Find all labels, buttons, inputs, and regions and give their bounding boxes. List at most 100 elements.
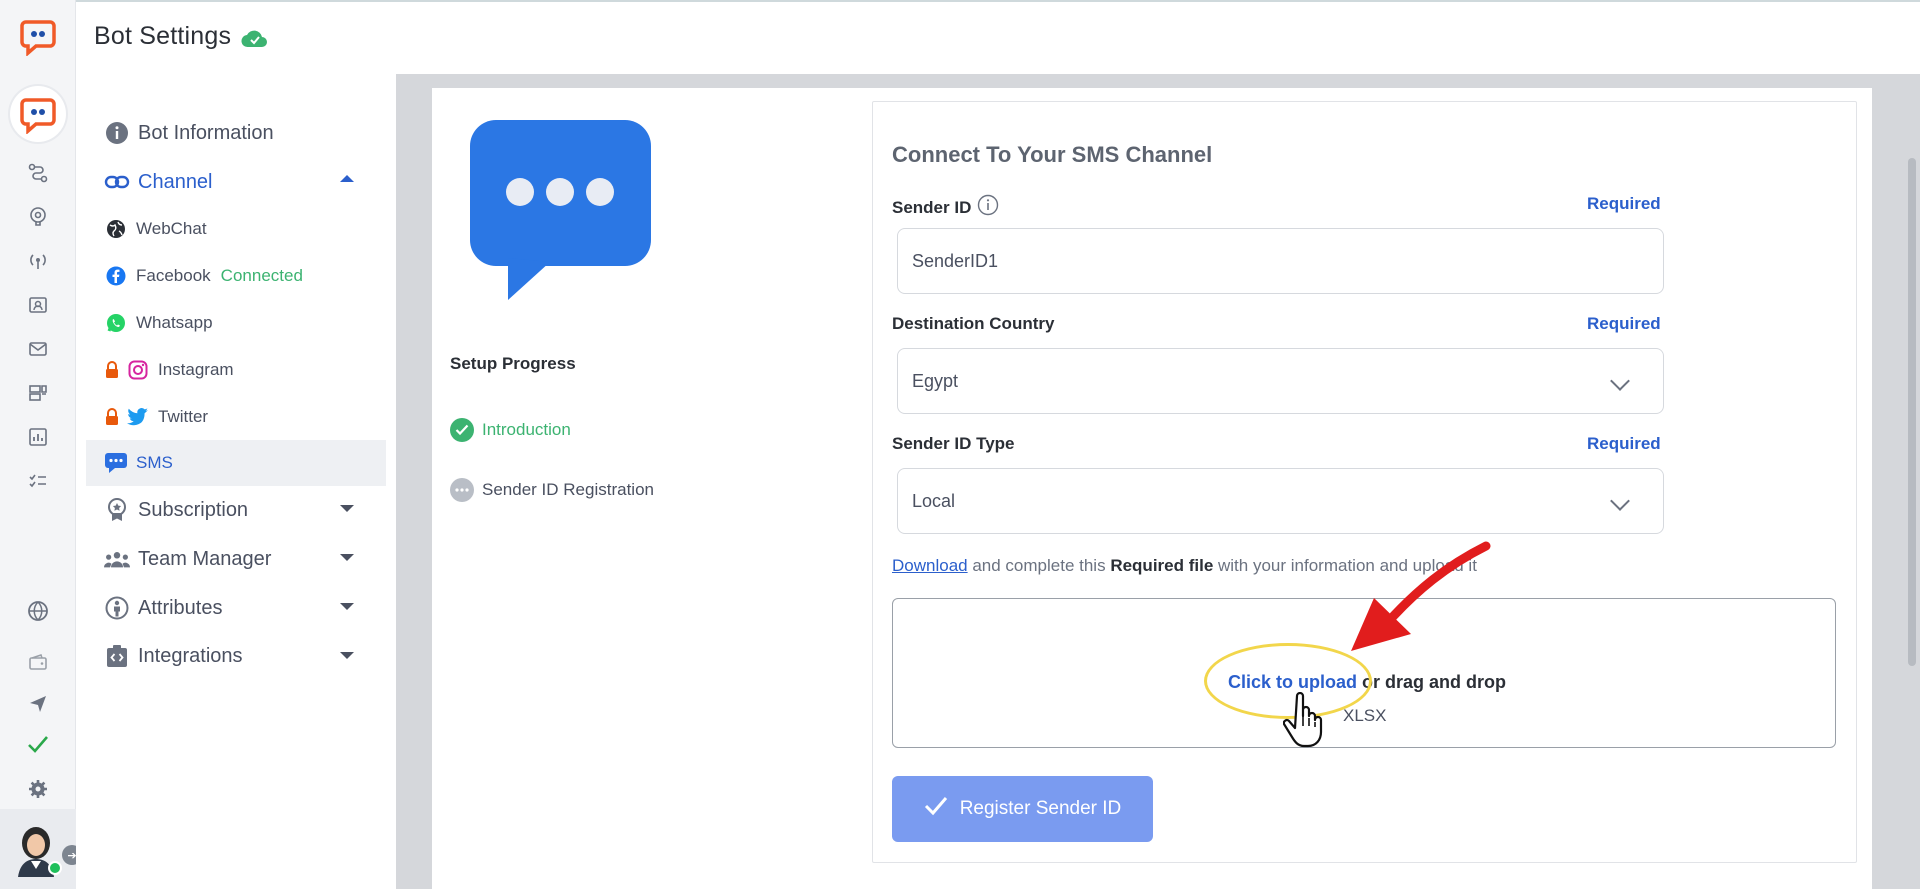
info-outline-icon[interactable] — [977, 194, 999, 221]
page-title: Bot Settings — [94, 22, 269, 51]
chevron-up-icon[interactable] — [340, 175, 354, 182]
bot-avatar[interactable] — [10, 86, 66, 142]
tasks-icon[interactable] — [25, 468, 51, 494]
connected-status: Connected — [220, 266, 303, 285]
channel-item-sms[interactable]: SMS — [104, 451, 173, 475]
sidebar-item-label: Integrations — [138, 644, 243, 667]
download-link[interactable]: Download — [892, 556, 968, 575]
field-label: Sender ID Type — [892, 434, 1015, 453]
progress-step-sender-id-registration[interactable]: Sender ID Registration — [450, 478, 654, 502]
chevron-down-icon[interactable] — [340, 603, 354, 610]
scrollbar[interactable] — [1908, 158, 1916, 666]
sidebar-item-label: Attributes — [138, 596, 223, 619]
contacts-icon[interactable] — [25, 292, 51, 318]
drag-drop-text: or drag and drop — [1357, 672, 1507, 692]
sender-id-type-label: Sender ID Type — [892, 434, 1015, 454]
instagram-icon — [126, 358, 150, 382]
gear-icon[interactable] — [25, 776, 51, 802]
badge-icon — [104, 497, 130, 523]
destination-country-label: Destination Country — [892, 314, 1054, 334]
top-bar: Bot Settings — [76, 0, 1920, 74]
page-title-text: Bot Settings — [94, 22, 232, 50]
flow-icon[interactable] — [25, 160, 51, 186]
channel-label: WebChat — [136, 219, 207, 238]
globe-icon — [104, 217, 128, 241]
sidebar-item-subscription[interactable]: Subscription — [104, 497, 248, 523]
file-format-hint: XLSX — [1343, 706, 1387, 725]
channel-label: Whatsapp — [136, 313, 213, 332]
sidebar-item-label: Team Manager — [138, 547, 272, 570]
instructions-text: and complete this — [967, 556, 1111, 575]
red-arrow-annotation-icon — [1336, 536, 1496, 656]
channel-label: Twitter — [158, 407, 209, 426]
channel-item-twitter[interactable]: Twitter — [104, 405, 208, 429]
wallet-icon[interactable] — [25, 649, 51, 675]
channel-label: Instagram — [158, 360, 234, 379]
whatsapp-icon — [104, 311, 128, 335]
destination-country-select[interactable]: Egypt — [897, 348, 1664, 414]
check-circle-icon — [450, 418, 474, 442]
integrations-icon — [104, 643, 130, 669]
required-indicator: Required — [1587, 314, 1661, 333]
lock-icon — [104, 408, 120, 426]
chevron-down-icon[interactable] — [340, 554, 354, 561]
sender-id-type-select[interactable]: Local — [897, 468, 1664, 534]
channel-item-whatsapp[interactable]: Whatsapp — [104, 311, 213, 335]
online-status-indicator — [48, 861, 62, 875]
team-icon — [104, 546, 130, 572]
setup-progress-title: Setup Progress — [450, 354, 576, 373]
step-label: Sender ID Registration — [482, 480, 654, 499]
register-sender-id-button[interactable]: Register Sender ID — [892, 776, 1153, 842]
sms-icon — [104, 451, 128, 475]
hand-pointer-cursor-icon — [1282, 691, 1327, 750]
lock-icon — [104, 361, 120, 379]
sidebar-item-attributes[interactable]: Attributes — [104, 595, 222, 621]
sidebar-item-label: Channel — [138, 170, 213, 193]
check-icon[interactable] — [25, 731, 51, 757]
user-profile[interactable]: ➔ — [0, 809, 82, 889]
dashboard-icon[interactable] — [25, 380, 51, 406]
pending-circle-icon — [450, 478, 474, 502]
settings-sidebar: Bot Information Channel WebChat Facebook… — [76, 74, 396, 889]
chevron-down-icon[interactable] — [340, 652, 354, 659]
progress-step-introduction[interactable]: Introduction — [450, 418, 571, 442]
channel-item-instagram[interactable]: Instagram — [104, 358, 234, 382]
sidebar-item-team-manager[interactable]: Team Manager — [104, 546, 271, 572]
chevron-down-icon — [1610, 491, 1630, 511]
sms-channel-illustration-icon — [468, 118, 653, 303]
analytics-icon[interactable] — [25, 424, 51, 450]
twitter-icon — [126, 405, 150, 429]
check-icon — [924, 796, 948, 822]
button-label: Register Sender ID — [959, 798, 1122, 819]
sidebar-item-channel[interactable]: Channel — [104, 169, 213, 195]
chevron-down-icon — [1610, 371, 1630, 391]
globe-icon[interactable] — [25, 598, 51, 624]
sidebar-item-bot-information[interactable]: Bot Information — [104, 120, 274, 146]
broadcast-icon[interactable] — [25, 247, 51, 273]
field-label: Destination Country — [892, 314, 1055, 333]
required-indicator: Required — [1587, 434, 1661, 453]
channel-label: Facebook — [136, 266, 211, 285]
send-icon[interactable] — [25, 691, 51, 717]
channel-item-facebook[interactable]: Facebook Connected — [104, 264, 303, 288]
sender-id-input[interactable]: SenderID1 — [897, 228, 1664, 294]
form-title: Connect To Your SMS Channel — [892, 142, 1213, 167]
sidebar-item-label: Subscription — [138, 498, 249, 521]
required-file-text: Required file — [1110, 556, 1214, 575]
link-icon — [104, 169, 130, 195]
mail-icon[interactable] — [25, 336, 51, 362]
sender-id-value: SenderID1 — [912, 250, 999, 271]
cloud-saved-icon — [241, 27, 269, 47]
sender-id-type-value: Local — [912, 490, 956, 511]
brain-icon[interactable] — [25, 203, 51, 229]
person-icon — [104, 595, 130, 621]
channel-item-webchat[interactable]: WebChat — [104, 217, 207, 241]
step-label: Introduction — [482, 420, 571, 439]
app-rail: ➔ — [0, 0, 82, 889]
info-icon — [104, 120, 130, 146]
brand-logo-icon[interactable] — [18, 16, 58, 57]
chevron-down-icon[interactable] — [340, 505, 354, 512]
destination-country-value: Egypt — [912, 370, 959, 391]
sidebar-item-integrations[interactable]: Integrations — [104, 643, 243, 669]
channel-label: SMS — [136, 453, 173, 472]
